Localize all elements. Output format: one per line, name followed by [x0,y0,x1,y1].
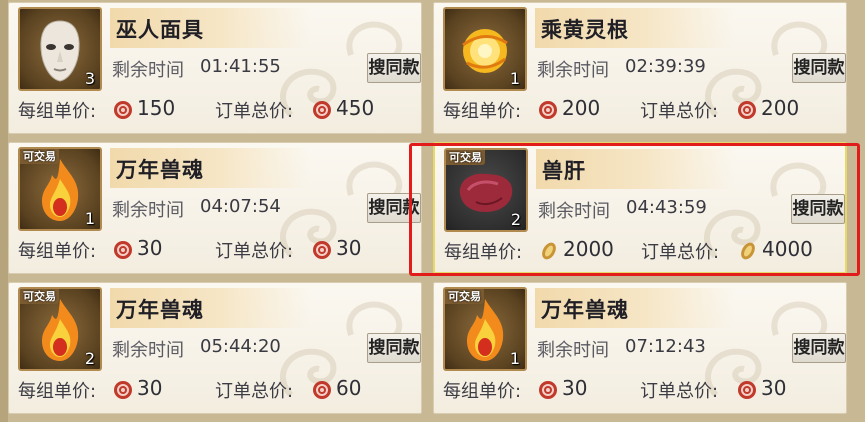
unit-price-label: 每组单价: [18,101,97,122]
time-remaining-label: 剩余时间 [537,340,609,361]
item-slot[interactable]: 可交易 2 [18,287,102,371]
time-remaining-value: 05:44:20 [200,336,281,357]
time-remaining-value: 01:41:55 [200,56,281,77]
red-coin-icon [312,240,332,260]
item-name: 巫人面具 [116,18,204,42]
red-coin-icon [113,240,133,260]
item-name: 万年兽魂 [541,298,629,322]
tradable-tag: 可交易 [445,289,484,304]
search-same-button[interactable]: 搜同款 [792,53,846,83]
total-price-value: 200 [761,96,800,120]
red-coin-icon [312,380,332,400]
unit-price-value: 200 [562,96,601,120]
red-coin-icon [113,380,133,400]
unit-price-label: 每组单价: [443,101,522,122]
time-remaining-label: 剩余时间 [112,60,184,81]
tradable-tag: 可交易 [20,289,59,304]
item-name: 乘黄灵根 [541,18,629,42]
listing-card[interactable]: 可交易 1 万年兽魂剩余时间 07:12:43 搜同款每组单价: 30 订单总价: 30 [433,282,847,414]
unit-price-label: 每组单价: [18,381,97,402]
red-coin-icon [538,380,558,400]
selection-highlight-box [409,143,860,276]
background-strip [0,0,8,422]
red-coin-icon [538,100,558,120]
time-remaining-value: 04:07:54 [200,196,281,217]
item-slot[interactable]: 可交易 1 [443,287,527,371]
search-same-button[interactable]: 搜同款 [792,333,846,363]
item-quantity: 1 [509,349,520,368]
item-slot[interactable]: 1 [443,7,527,91]
listing-card[interactable]: 可交易 1 万年兽魂 剩余时间 04:07:54 搜同款 每组单价: 30 订单总价: 30 [8,142,422,274]
red-coin-icon [737,100,757,120]
total-price-value: 450 [336,96,375,120]
time-remaining-label: 剩余时间 [112,200,184,221]
red-coin-icon [312,100,332,120]
item-name: 万年兽魂 [116,298,204,322]
item-slot[interactable]: 可交易 1 [18,147,102,231]
total-price-label: 订单总价: [640,101,719,122]
time-remaining-value: 02:39:39 [625,56,706,77]
total-price-label: 订单总价: [215,381,294,402]
time-remaining-label: 剩余时间 [537,60,609,81]
unit-price-label: 每组单价: [443,381,522,402]
total-price-value: 30 [761,376,787,400]
total-price-value: 60 [336,376,362,400]
red-coin-icon [737,380,757,400]
item-quantity: 1 [509,69,520,88]
time-remaining-label: 剩余时间 [112,340,184,361]
total-price-value: 30 [336,236,362,260]
listing-card[interactable]: 可交易 2 万年兽魂剩余时间 05:44:20 搜同款每组单价: 30 订单总价: 60 [8,282,422,414]
unit-price-value: 30 [137,376,163,400]
red-coin-icon [113,100,133,120]
unit-price-value: 30 [137,236,163,260]
time-remaining-value: 07:12:43 [625,336,706,357]
tradable-tag: 可交易 [20,149,59,164]
search-same-button[interactable]: 搜同款 [367,53,421,83]
item-quantity: 3 [84,69,95,88]
listing-card[interactable]: 3 巫人面具剩余时间 01:41:55 搜同款每组单价: 150 订单总价: 450 [8,2,422,134]
item-quantity: 1 [84,209,95,228]
item-name: 万年兽魂 [116,158,204,182]
unit-price-label: 每组单价: [18,241,97,262]
total-price-label: 订单总价: [215,241,294,262]
unit-price-value: 30 [562,376,588,400]
total-price-label: 订单总价: [640,381,719,402]
search-same-button[interactable]: 搜同款 [367,333,421,363]
unit-price-value: 150 [137,96,176,120]
listing-card[interactable]: 1 乘黄灵根剩余时间 02:39:39 搜同款每组单价: 200 订单总价: 200 [433,2,847,134]
item-slot[interactable]: 3 [18,7,102,91]
item-quantity: 2 [84,349,95,368]
total-price-label: 订单总价: [215,101,294,122]
